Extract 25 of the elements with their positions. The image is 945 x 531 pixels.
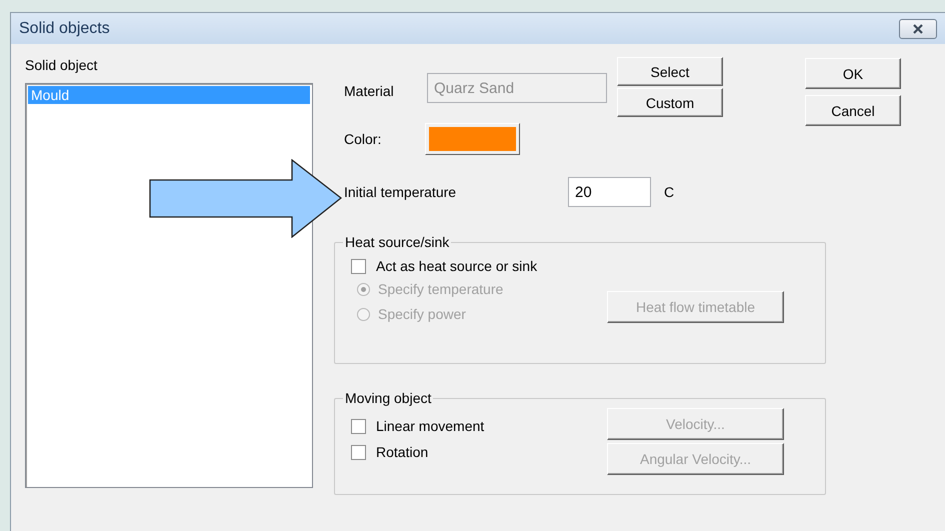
checkbox-label: Linear movement bbox=[376, 418, 484, 434]
color-swatch[interactable] bbox=[425, 123, 520, 155]
unit-label: C bbox=[664, 184, 674, 200]
temperature-field[interactable]: 20 bbox=[568, 177, 651, 207]
window-title: Solid objects bbox=[19, 20, 110, 38]
group-title: Heat source/sink bbox=[344, 234, 450, 250]
material-label: Material bbox=[343, 82, 395, 99]
material-button[interactable]: Custom bbox=[617, 88, 723, 117]
checkbox-label: Rotation bbox=[376, 444, 428, 460]
arrow-icon bbox=[149, 159, 342, 238]
list-label: Solid object bbox=[25, 57, 98, 73]
radio-label: Specify power bbox=[378, 306, 466, 322]
close-button[interactable] bbox=[899, 18, 937, 38]
material-button[interactable]: Select bbox=[617, 57, 723, 86]
dialog-button[interactable]: Cancel bbox=[805, 95, 901, 126]
radio-label: Specify temperature bbox=[378, 281, 504, 297]
checkbox[interactable] bbox=[351, 444, 366, 460]
close-icon bbox=[912, 24, 924, 34]
dialog-button[interactable]: OK bbox=[805, 58, 901, 89]
group-title: Moving object bbox=[344, 390, 432, 406]
checkbox[interactable] bbox=[351, 418, 366, 434]
color-label: Color: bbox=[343, 131, 382, 147]
checkbox[interactable] bbox=[351, 258, 366, 274]
checkbox-label: Act as heat source or sink bbox=[376, 258, 538, 274]
temperature-label: Initial temperature bbox=[343, 184, 458, 200]
